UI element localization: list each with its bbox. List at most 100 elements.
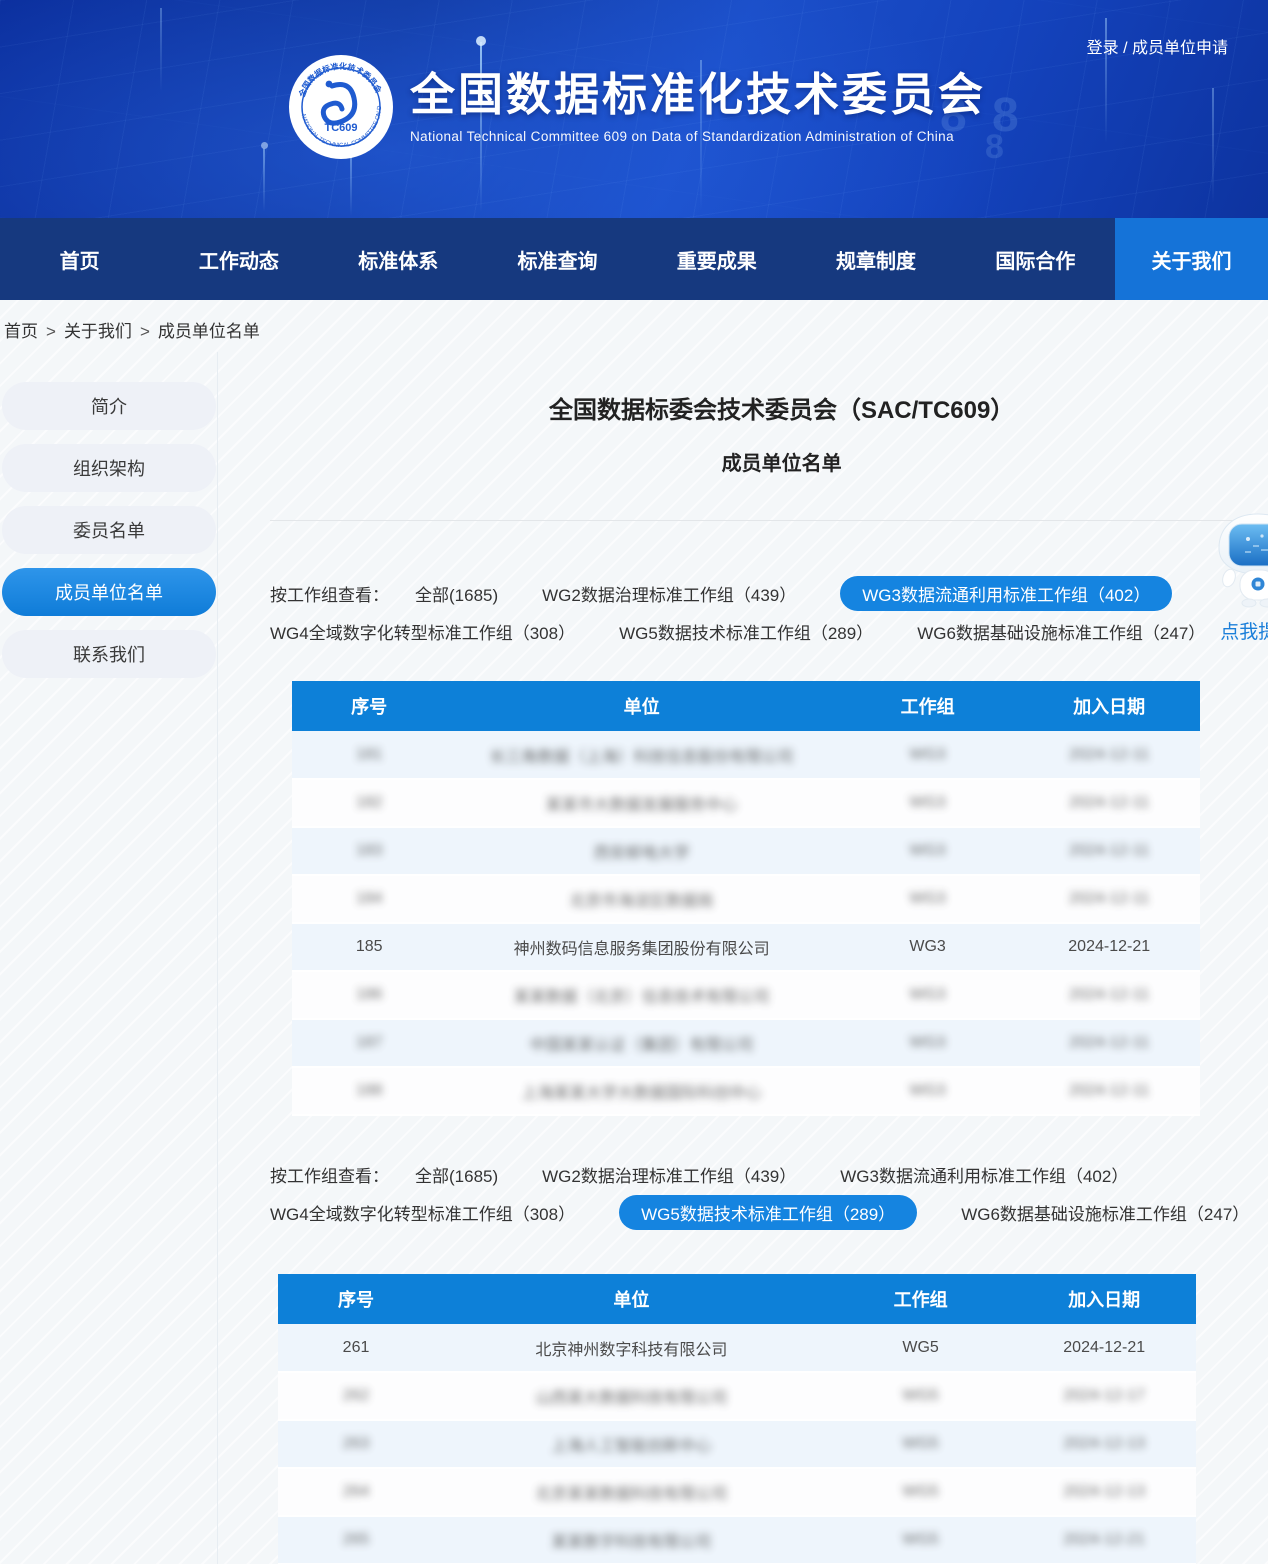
cell-unit-text: 长三角数据（上海）科技信息股份有限公司 <box>490 749 794 766</box>
nav-item-5[interactable]: 规章制度 <box>796 218 955 300</box>
filter-option-4[interactable]: WG5数据技术标准工作组（289） <box>619 615 873 648</box>
site-title-english: National Technical Committee 609 on Data… <box>410 129 986 144</box>
cell-date-text: 2024-12-11 <box>1069 986 1150 1003</box>
cell-wg: WG3 <box>837 779 1019 827</box>
cell-seq: 265 <box>278 1516 434 1564</box>
filter-option-2-active[interactable]: WG3数据流通利用标准工作组（402） <box>840 576 1172 611</box>
cell-seq: 263 <box>278 1420 434 1468</box>
cell-seq: 261 <box>278 1324 434 1372</box>
login-member-apply-link[interactable]: 登录 / 成员单位申请 <box>1087 34 1228 58</box>
column-header-1: 单位 <box>434 1274 829 1324</box>
cell-seq-text: 181 <box>356 746 383 763</box>
filter-option-3[interactable]: WG4全域数字化转型标准工作组（308） <box>270 1196 575 1229</box>
cell-date: 2024-12-11 <box>1018 1067 1200 1115</box>
cell-unit: 北京某某数据科技有限公司 <box>434 1468 829 1516</box>
cell-seq-text: 262 <box>343 1387 370 1404</box>
filter-group-label: 按工作组查看： <box>270 1162 389 1187</box>
filter-option-1[interactable]: WG2数据治理标准工作组（439） <box>542 577 796 610</box>
breadcrumb: 首页>关于我们>成员单位名单 <box>0 300 1268 352</box>
cell-unit: 北京神州数字科技有限公司 <box>434 1324 829 1372</box>
sidebar-item-2[interactable]: 委员名单 <box>2 506 216 554</box>
cell-wg-text: WG5 <box>902 1339 938 1356</box>
cell-unit: 西安邮电大学 <box>446 827 836 875</box>
nav-item-6[interactable]: 国际合作 <box>956 218 1115 300</box>
filter-option-5[interactable]: WG6数据基础设施标准工作组（247） <box>917 615 1205 648</box>
sidebar-item-3[interactable]: 成员单位名单 <box>2 568 216 616</box>
column-header-2: 工作组 <box>829 1274 1013 1324</box>
filter-option-2[interactable]: WG3数据流通利用标准工作组（402） <box>840 1158 1128 1191</box>
sidebar-item-0[interactable]: 简介 <box>2 382 216 430</box>
cell-wg: WG3 <box>837 1019 1019 1067</box>
nav-item-4[interactable]: 重要成果 <box>637 218 796 300</box>
breadcrumb-separator: > <box>140 322 150 341</box>
cell-wg: WG3 <box>837 971 1019 1019</box>
column-header-3: 加入日期 <box>1018 681 1200 731</box>
cell-wg: WG3 <box>837 875 1019 923</box>
sidebar-item-1[interactable]: 组织架构 <box>2 444 216 492</box>
cell-wg-text: WG5 <box>902 1387 938 1404</box>
cell-date-text: 2024-12-13 <box>1063 1435 1145 1452</box>
table-header-row: 序号单位工作组加入日期 <box>292 681 1200 731</box>
cell-date-text: 2024-12-11 <box>1069 1034 1150 1051</box>
ask-me-link[interactable]: 点我提问 <box>1213 617 1268 644</box>
cell-date-text: 2024-12-11 <box>1069 746 1150 763</box>
table-row: 261北京神州数字科技有限公司WG52024-12-21 <box>278 1324 1196 1372</box>
filter-option-5[interactable]: WG6数据基础设施标准工作组（247） <box>961 1196 1249 1229</box>
cell-date: 2024-12-11 <box>1018 827 1200 875</box>
filter-option-0[interactable]: 全部(1685) <box>415 577 498 610</box>
member-table: 序号单位工作组加入日期261北京神州数字科技有限公司WG52024-12-212… <box>278 1274 1196 1564</box>
main-content: 全国数据标委会技术委员会（SAC/TC609） 成员单位名单 <box>218 352 1268 1564</box>
nav-item-0[interactable]: 首页 <box>0 218 159 300</box>
cell-wg: WG3 <box>837 923 1019 971</box>
assistant-widget[interactable]: 点我提问 <box>1213 512 1268 644</box>
cell-unit-text: 神州数码信息服务集团股份有限公司 <box>514 941 770 958</box>
filter-option-4-active[interactable]: WG5数据技术标准工作组（289） <box>619 1195 917 1230</box>
cell-unit: 山西某大数据科技有限公司 <box>434 1372 829 1420</box>
cell-wg-text: WG3 <box>909 890 945 907</box>
filter-line-2: WG4全域数字化转型标准工作组（308） WG5数据技术标准工作组（289） WG6… <box>270 1194 1268 1230</box>
table-header-row: 序号单位工作组加入日期 <box>278 1274 1196 1324</box>
breadcrumb-item-1[interactable]: 关于我们 <box>64 322 132 341</box>
cell-seq: 188 <box>292 1067 446 1115</box>
column-header-1: 单位 <box>446 681 836 731</box>
breadcrumb-item-0[interactable]: 首页 <box>4 322 38 341</box>
cell-unit: 上海人工智能创新中心 <box>434 1420 829 1468</box>
cell-date-text: 2024-12-11 <box>1069 890 1150 907</box>
cell-wg: WG5 <box>829 1420 1013 1468</box>
sidebar-item-4[interactable]: 联系我们 <box>2 630 216 678</box>
cell-seq: 184 <box>292 875 446 923</box>
cell-unit-text: 某某市大数据发展服务中心 <box>546 797 738 814</box>
nav-item-3[interactable]: 标准查询 <box>478 218 637 300</box>
cell-wg-text: WG3 <box>909 842 945 859</box>
table-row: 182某某市大数据发展服务中心WG32024-12-11 <box>292 779 1200 827</box>
cell-seq-text: 265 <box>343 1531 370 1548</box>
nav-item-1[interactable]: 工作动态 <box>159 218 318 300</box>
robot-mascot-icon[interactable] <box>1215 512 1268 608</box>
filter-option-3[interactable]: WG4全域数字化转型标准工作组（308） <box>270 615 575 648</box>
column-header-2: 工作组 <box>837 681 1019 731</box>
site-brand: 全国数据标准化技术委员会 NATIONAL TECHNICAL COMMITTE… <box>288 54 986 160</box>
cell-date-text: 2024-12-17 <box>1063 1387 1145 1404</box>
nav-item-2[interactable]: 标准体系 <box>319 218 478 300</box>
cell-seq-text: 183 <box>356 842 383 859</box>
cell-seq: 185 <box>292 923 446 971</box>
filter-option-0[interactable]: 全部(1685) <box>415 1158 498 1191</box>
filter-option-1[interactable]: WG2数据治理标准工作组（439） <box>542 1158 796 1191</box>
cell-wg: WG5 <box>829 1468 1013 1516</box>
cell-unit: 某某数字科技有限公司 <box>434 1516 829 1564</box>
filter-line-2: WG4全域数字化转型标准工作组（308） WG5数据技术标准工作组（289） WG6… <box>270 613 1268 649</box>
cell-unit-text: 某某数据（北京）信息技术有限公司 <box>514 989 770 1006</box>
cell-seq: 181 <box>292 731 446 779</box>
page: 8 8 8 登录 / 成员单位申请 全国数据标准化技术委员会 NATIONAL … <box>0 0 1268 1564</box>
cell-seq-text: 261 <box>343 1339 370 1356</box>
cell-date: 2024-12-11 <box>1018 1019 1200 1067</box>
sidebar: 简介组织架构委员名单成员单位名单联系我们 <box>0 352 218 1564</box>
cell-unit-text: 上海某某大学大数据国际科创中心 <box>522 1085 762 1102</box>
cell-wg: WG5 <box>829 1324 1013 1372</box>
cell-wg-text: WG3 <box>909 746 945 763</box>
cell-unit-text: 中国某某认证（集团）有限公司 <box>530 1037 754 1054</box>
cell-date: 2024-12-11 <box>1018 731 1200 779</box>
table-row: 188上海某某大学大数据国际科创中心WG32024-12-11 <box>292 1067 1200 1115</box>
nav-item-7[interactable]: 关于我们 <box>1115 218 1268 300</box>
cell-seq-text: 184 <box>356 890 383 907</box>
